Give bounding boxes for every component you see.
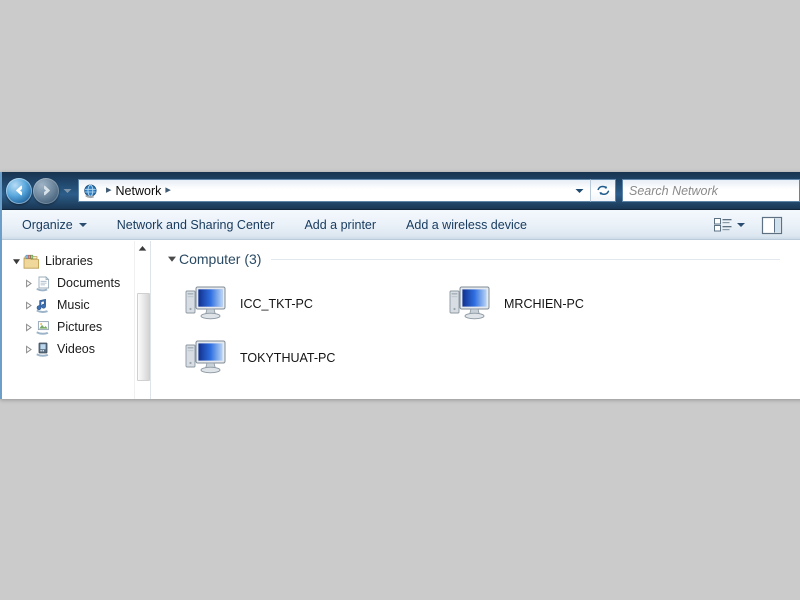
recent-pages-dropdown[interactable] bbox=[61, 178, 73, 204]
group-collapse-arrow-icon[interactable] bbox=[165, 254, 179, 264]
window-body: Libraries Documents Music Pictures Video… bbox=[2, 240, 800, 399]
computer-item-label: MRCHIEN-PC bbox=[504, 297, 584, 311]
nav-item-pictures[interactable]: Pictures bbox=[2, 316, 150, 338]
documents-icon bbox=[36, 275, 50, 291]
list-view-icon bbox=[714, 218, 732, 232]
navigation-buttons bbox=[6, 177, 73, 204]
network-globe-icon bbox=[84, 184, 97, 198]
toolbar-network-sharing-center-label: Network and Sharing Center bbox=[116, 217, 275, 232]
navigation-pane: Libraries Documents Music Pictures Video… bbox=[2, 241, 150, 399]
expand-arrow-collapsed-icon[interactable] bbox=[22, 322, 35, 332]
group-header-computer[interactable]: Computer (3) bbox=[165, 251, 800, 267]
breadcrumb-item-network[interactable]: Network bbox=[116, 184, 162, 198]
address-bar: ▸ Network ▸ Search Network bbox=[2, 172, 800, 210]
toolbar-add-printer-button[interactable]: Add a printer bbox=[298, 215, 382, 235]
toolbar-organize-label: Organize bbox=[22, 217, 73, 232]
command-toolbar: Organize Network and Sharing Center Add … bbox=[2, 210, 800, 240]
change-view-button[interactable] bbox=[711, 215, 756, 235]
breadcrumb-bar[interactable]: ▸ Network ▸ bbox=[78, 179, 590, 202]
toolbar-add-wireless-device-label: Add a wireless device bbox=[406, 217, 527, 232]
nav-item-documents-label: Documents bbox=[57, 276, 121, 290]
chevron-down-icon bbox=[575, 188, 584, 193]
group-header-title: Computer (3) bbox=[179, 251, 262, 267]
music-icon bbox=[36, 298, 48, 313]
search-box[interactable]: Search Network bbox=[622, 179, 800, 202]
chevron-down-icon bbox=[78, 222, 87, 227]
computer-icon bbox=[449, 286, 490, 320]
nav-item-pictures-label: Pictures bbox=[57, 320, 103, 334]
pictures-icon bbox=[36, 320, 49, 335]
refresh-icon bbox=[596, 185, 609, 195]
explorer-window: ▸ Network ▸ Search Network Organize Netw… bbox=[0, 172, 800, 399]
nav-item-music-label: Music bbox=[57, 298, 90, 312]
toolbar-add-printer-label: Add a printer bbox=[304, 217, 377, 232]
back-button[interactable] bbox=[6, 177, 32, 204]
nav-item-videos[interactable]: Videos bbox=[2, 338, 150, 360]
videos-icon bbox=[36, 342, 49, 357]
preview-pane-icon bbox=[761, 216, 783, 234]
computer-item-label: TOKYTHUAT-PC bbox=[240, 351, 336, 365]
computer-item-tokythuat-pc[interactable]: TOKYTHUAT-PC bbox=[165, 331, 429, 385]
nav-item-libraries-label: Libraries bbox=[45, 254, 93, 268]
scroll-up-arrow-icon[interactable] bbox=[135, 241, 150, 255]
scrollbar-thumb[interactable] bbox=[137, 293, 150, 381]
breadcrumb-separator-network[interactable]: ▸ bbox=[161, 185, 175, 196]
breadcrumb-separator-root: ▸ bbox=[106, 184, 112, 196]
computer-item-label: ICC_TKT-PC bbox=[240, 297, 313, 311]
nav-item-music[interactable]: Music bbox=[2, 294, 150, 316]
navigation-pane-scrollbar[interactable] bbox=[134, 241, 150, 399]
nav-item-libraries[interactable]: Libraries bbox=[2, 250, 150, 272]
item-tiles: ICC_TKT-PC MRCHIEN-PC TOKYTHUAT-PC bbox=[165, 277, 800, 385]
nav-item-documents[interactable]: Documents bbox=[2, 272, 150, 294]
expand-arrow-collapsed-icon[interactable] bbox=[22, 344, 35, 354]
computer-icon bbox=[185, 286, 226, 320]
toolbar-organize-button[interactable]: Organize bbox=[16, 215, 93, 235]
computer-item-icc-tkt-pc[interactable]: ICC_TKT-PC bbox=[165, 277, 429, 331]
nav-item-videos-label: Videos bbox=[57, 342, 95, 356]
toolbar-right-group bbox=[711, 210, 786, 240]
previous-locations-dropdown[interactable] bbox=[571, 180, 588, 201]
toolbar-add-wireless-device-button[interactable]: Add a wireless device bbox=[400, 215, 533, 235]
group-header-rule bbox=[271, 258, 780, 260]
preview-pane-button[interactable] bbox=[758, 214, 786, 237]
file-list-view[interactable]: Computer (3) ICC_TKT-PC MRCHIEN-PC TOKYT… bbox=[151, 241, 800, 399]
forward-button[interactable] bbox=[33, 177, 59, 204]
expand-arrow-collapsed-icon[interactable] bbox=[22, 300, 35, 310]
chevron-down-icon bbox=[737, 223, 745, 227]
expand-arrow-collapsed-icon[interactable] bbox=[22, 278, 35, 288]
refresh-button[interactable] bbox=[590, 179, 616, 202]
libraries-icon bbox=[23, 254, 39, 269]
expand-arrow-expanded-icon[interactable] bbox=[10, 257, 23, 266]
desktop-background: ▸ Network ▸ Search Network Organize Netw… bbox=[0, 0, 800, 600]
toolbar-network-sharing-center-button[interactable]: Network and Sharing Center bbox=[111, 215, 281, 235]
search-input[interactable]: Search Network bbox=[629, 184, 718, 198]
computer-item-mrchien-pc[interactable]: MRCHIEN-PC bbox=[429, 277, 693, 331]
computer-icon bbox=[185, 340, 226, 374]
